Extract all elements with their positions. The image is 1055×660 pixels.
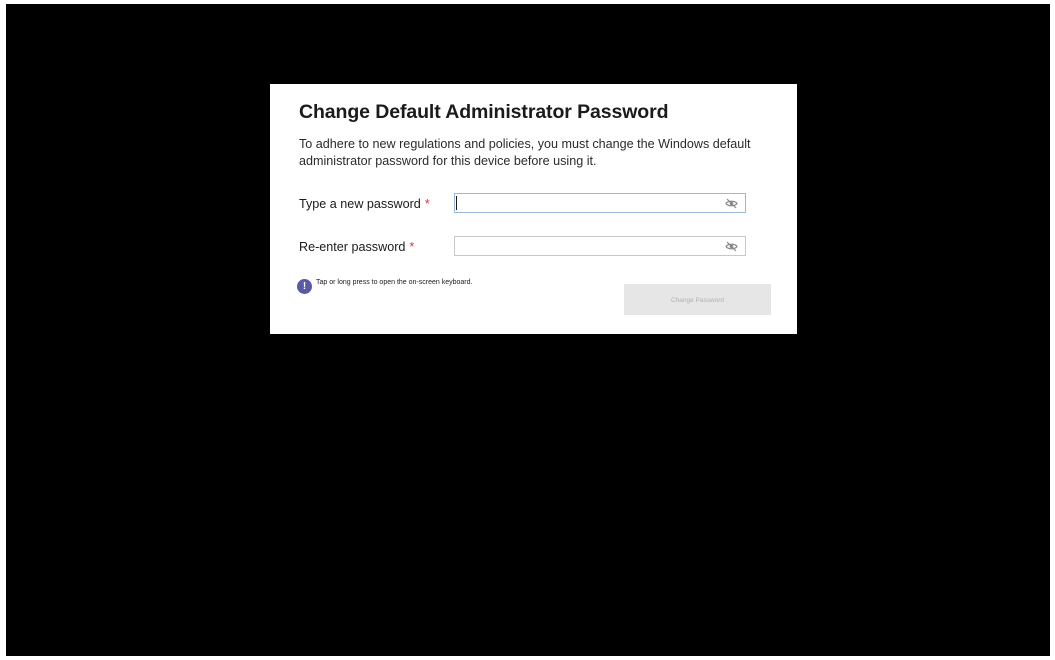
text-caret [456, 196, 457, 210]
exclamation-circle-icon: ! [297, 279, 312, 294]
reenter-password-field[interactable] [454, 236, 746, 256]
new-password-field[interactable] [454, 193, 746, 213]
reenter-password-label: Re-enter password * [299, 240, 414, 254]
eye-slash-icon[interactable] [725, 241, 738, 252]
dialog-description: To adhere to new regulations and policie… [299, 137, 751, 168]
change-password-dialog: Change Default Administrator Password To… [270, 84, 797, 334]
dialog-title: Change Default Administrator Password [299, 101, 669, 123]
change-password-button[interactable]: Change Password [624, 284, 771, 315]
eye-slash-icon[interactable] [725, 198, 738, 209]
new-password-input[interactable] [459, 195, 719, 211]
required-marker: * [424, 197, 430, 211]
lock-screen-background: Change Default Administrator Password To… [6, 4, 1050, 656]
new-password-label: Type a new password * [299, 197, 430, 211]
reenter-password-label-text: Re-enter password [299, 240, 406, 254]
keyboard-hint: Tap or long press to open the on-screen … [316, 279, 473, 286]
reenter-password-input[interactable] [459, 238, 719, 254]
required-marker: * [409, 240, 415, 254]
new-password-label-text: Type a new password [299, 197, 421, 211]
